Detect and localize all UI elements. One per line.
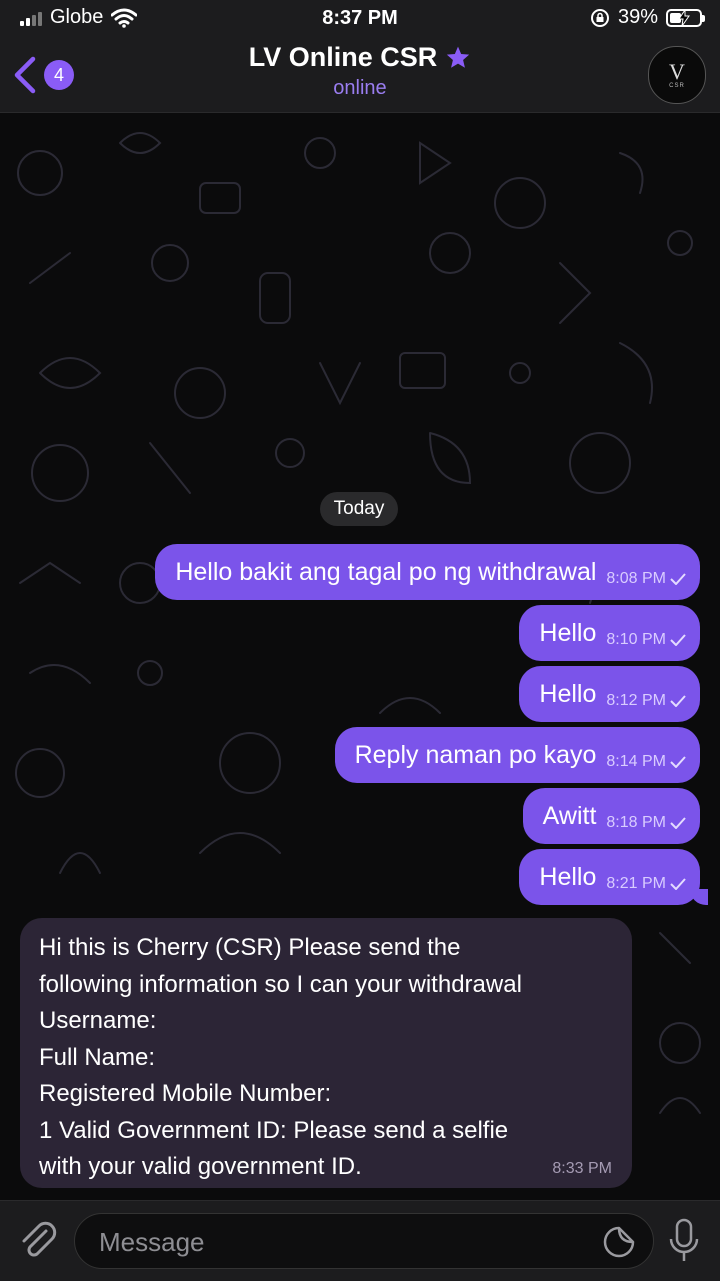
checkmark-icon [670, 695, 686, 707]
chat-title: LV Online CSR [248, 42, 438, 72]
avatar-text: CSR [669, 83, 685, 89]
message-text: Hello bakit ang tagal po ng withdrawal [175, 557, 597, 586]
outgoing-message[interactable]: Reply naman po kayo 8:14 PM [334, 727, 700, 783]
checkmark-icon [670, 878, 686, 890]
message-time: 8:18 PM [606, 814, 666, 831]
outgoing-message[interactable]: Hello 8:12 PM [519, 666, 700, 722]
avatar[interactable]: V CSR [648, 46, 706, 104]
message-line: with your valid government ID. [39, 1153, 362, 1180]
date-separator: Today [320, 492, 398, 526]
message-line: Username: [39, 1007, 157, 1034]
checkmark-icon [670, 634, 686, 646]
battery-percent: 39% [617, 6, 658, 28]
checkmark-icon [670, 573, 686, 585]
outgoing-message[interactable]: Hello 8:21 PM [519, 849, 708, 905]
message-time: 8:12 PM [606, 692, 666, 709]
message-text: Awitt [542, 801, 597, 830]
battery-info: 39% [590, 6, 705, 29]
microphone-icon[interactable] [664, 1217, 704, 1265]
message-time: 8:14 PM [606, 753, 666, 770]
message-line: Hi this is Cherry (CSR) Please send the [39, 934, 461, 961]
checkmark-icon [670, 756, 686, 768]
message-time: 8:10 PM [606, 631, 666, 648]
message-text: Hello [539, 679, 597, 708]
composer-bar [0, 1200, 720, 1281]
message-field[interactable] [74, 1213, 654, 1270]
message-line: following information so I can your with… [39, 970, 522, 998]
chat-status: online [333, 77, 387, 99]
chat-header: 4 LV Online CSR online V CSR [0, 36, 720, 113]
battery-icon [666, 8, 705, 27]
status-bar: Globe 8:37 PM 39% [0, 0, 720, 36]
message-input[interactable] [97, 1214, 581, 1270]
message-time: 8:21 PM [606, 875, 666, 892]
message-text: Hello [539, 862, 597, 891]
outgoing-message[interactable]: Hello 8:10 PM [519, 605, 700, 661]
message-text: Reply naman po kayo [354, 740, 597, 769]
incoming-message[interactable]: Hi this is Cherry (CSR) Please send the … [20, 918, 632, 1188]
chat-title-area[interactable]: LV Online CSR online [0, 42, 720, 100]
message-text: Hello [539, 618, 597, 647]
message-time: 8:33 PM [552, 1160, 612, 1177]
message-line: Registered Mobile Number: [39, 1080, 332, 1107]
avatar-logo: V [669, 59, 685, 84]
message-line: 1 Valid Government ID: Please send a sel… [39, 1116, 509, 1144]
star-icon [447, 46, 470, 68]
message-line: Full Name: [39, 1043, 156, 1071]
message-list[interactable]: Today Hello bakit ang tagal po ng withdr… [0, 113, 720, 1200]
orientation-lock-icon [590, 8, 609, 27]
outgoing-message[interactable]: Hello bakit ang tagal po ng withdrawal 8… [155, 544, 700, 600]
message-time: 8:08 PM [606, 570, 666, 587]
sticker-icon[interactable] [601, 1224, 637, 1260]
attach-icon[interactable] [16, 1219, 58, 1261]
checkmark-icon [670, 817, 686, 829]
outgoing-message[interactable]: Awitt 8:18 PM [522, 788, 700, 844]
